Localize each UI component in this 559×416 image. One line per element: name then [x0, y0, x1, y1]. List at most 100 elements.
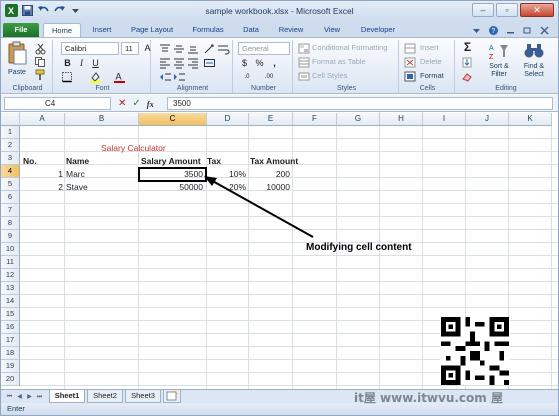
- svg-text:A: A: [489, 45, 494, 52]
- italic-button[interactable]: I: [75, 57, 88, 69]
- tab-review[interactable]: Review: [271, 23, 311, 37]
- name-box[interactable]: C4: [4, 97, 111, 110]
- tab-page-layout[interactable]: Page Layout: [123, 23, 181, 37]
- wrap-text-icon[interactable]: [217, 43, 230, 56]
- font-size-select[interactable]: 11: [121, 42, 139, 55]
- align-center-icon[interactable]: [173, 57, 186, 70]
- tab-view[interactable]: View: [315, 23, 349, 37]
- editing-group-label: Editing: [495, 85, 517, 92]
- worksheet-grid[interactable]: ABCDEFGHIJK 1 2 3 4 5 6 7 8 9 10 11 12 13 14 15 16 17 18 1…: [1, 113, 558, 389]
- paste-button[interactable]: Paste: [5, 41, 29, 79]
- filter-label: Filter: [491, 71, 507, 78]
- first-sheet-icon[interactable]: ⏮: [5, 392, 14, 402]
- autosum-button[interactable]: Σ: [461, 41, 474, 53]
- insert-cells-button[interactable]: Insert: [420, 42, 439, 54]
- status-mode: Enter: [7, 404, 25, 413]
- format-as-table-button[interactable]: Format as Table: [312, 56, 366, 68]
- annotation-label: Modifying cell content: [306, 242, 412, 253]
- orientation-icon[interactable]: [203, 43, 216, 56]
- find-label: Find &: [523, 63, 545, 70]
- close-button[interactable]: ✕: [520, 3, 554, 17]
- cells-group-label: Cells: [419, 85, 436, 92]
- delete-cells-button[interactable]: Delete: [420, 56, 442, 68]
- qr-code-image: [440, 317, 510, 385]
- tab-home[interactable]: Home: [43, 23, 81, 37]
- clear-icon[interactable]: [461, 71, 474, 84]
- sort-filter-button[interactable]: AZ Sort & Filter: [483, 41, 515, 85]
- percent-button[interactable]: %: [253, 57, 266, 69]
- formula-input[interactable]: 3500: [167, 97, 553, 110]
- format-as-table-icon[interactable]: [298, 57, 311, 70]
- editing-group: Σ AZ Sort & Filter Find & Select Editing: [457, 40, 555, 93]
- watermark: it屋 www.itwvu.com 屋: [354, 391, 503, 405]
- borders-icon[interactable]: [61, 71, 74, 84]
- decrease-indent-icon[interactable]: [159, 71, 172, 84]
- formula-bar: C4 ✕ ✓ fx 3500: [1, 95, 558, 112]
- decrease-decimal-button[interactable]: .00: [259, 71, 279, 83]
- ribbon-tabs: File Home Insert Page Layout Formulas Da…: [1, 22, 558, 37]
- merge-center-icon[interactable]: [203, 57, 216, 70]
- cancel-entry-icon[interactable]: ✕: [118, 98, 126, 109]
- sheet-tab-sheet2[interactable]: Sheet2: [87, 390, 123, 403]
- find-select-button[interactable]: Find & Select: [517, 41, 551, 85]
- bold-button[interactable]: B: [61, 57, 74, 69]
- excel-window: X sample workbook.xlsx - Microsoft Excel…: [0, 0, 559, 416]
- insert-function-icon[interactable]: fx: [147, 99, 154, 109]
- font-name-select[interactable]: Calibri: [61, 42, 119, 55]
- number-group-label: Number: [251, 85, 276, 92]
- align-middle-icon[interactable]: [173, 43, 186, 56]
- alignment-group-label: Alignment: [176, 85, 209, 92]
- sheet-tab-sheet3[interactable]: Sheet3: [125, 390, 161, 403]
- number-format-select[interactable]: General: [238, 42, 290, 55]
- tab-insert[interactable]: Insert: [85, 23, 119, 37]
- font-color-icon[interactable]: A: [113, 71, 126, 84]
- clipboard-group-label: Clipboard: [12, 85, 43, 92]
- last-sheet-icon[interactable]: ⏭: [35, 392, 44, 402]
- align-bottom-icon[interactable]: [187, 43, 200, 56]
- format-cells-icon[interactable]: [404, 71, 417, 84]
- svg-text:Z: Z: [489, 54, 494, 61]
- maximize-button[interactable]: ▫: [496, 3, 518, 17]
- paste-label: Paste: [8, 69, 26, 76]
- font-group: Calibri 11 A B I U A Font: [55, 40, 151, 93]
- font-group-label: Font: [95, 85, 110, 92]
- insert-sheet-icon[interactable]: [163, 390, 181, 403]
- window-controls: – ▫ ✕: [472, 3, 554, 17]
- tab-file[interactable]: File: [3, 23, 39, 37]
- fill-color-icon[interactable]: [89, 71, 102, 84]
- formula-buttons: ✕ ✓ fx: [118, 97, 166, 110]
- fill-icon[interactable]: [461, 57, 474, 70]
- qr-code-icon: [441, 317, 509, 385]
- comma-button[interactable]: ,: [268, 57, 281, 69]
- cell-styles-button[interactable]: Cell Styles: [312, 70, 347, 82]
- minimize-button[interactable]: –: [472, 3, 494, 17]
- format-painter-icon[interactable]: [34, 69, 47, 82]
- insert-cells-icon[interactable]: [404, 43, 417, 56]
- align-top-icon[interactable]: [159, 43, 172, 56]
- title-bar: X sample workbook.xlsx - Microsoft Excel…: [1, 1, 558, 22]
- increase-indent-icon[interactable]: [173, 71, 186, 84]
- conditional-formatting-button[interactable]: Conditional Formatting: [312, 42, 387, 54]
- underline-button[interactable]: U: [89, 57, 102, 69]
- cut-icon[interactable]: [34, 43, 47, 56]
- cell-styles-icon[interactable]: [298, 71, 311, 84]
- next-sheet-icon[interactable]: ▶: [25, 392, 34, 402]
- sort-filter-icon: AZ: [489, 45, 508, 61]
- sheet-tab-sheet1[interactable]: Sheet1: [49, 390, 85, 403]
- align-right-icon[interactable]: [187, 57, 200, 70]
- delete-cells-icon[interactable]: [404, 57, 417, 70]
- copy-icon[interactable]: [34, 56, 47, 69]
- svg-text:?: ?: [491, 28, 495, 35]
- format-cells-button[interactable]: Format: [420, 70, 444, 82]
- align-left-icon[interactable]: [159, 57, 172, 70]
- confirm-entry-icon[interactable]: ✓: [132, 98, 140, 109]
- tab-data[interactable]: Data: [235, 23, 267, 37]
- conditional-formatting-icon[interactable]: [298, 43, 311, 56]
- cells-group: Insert Delete Format Cells: [401, 40, 455, 93]
- prev-sheet-icon[interactable]: ◀: [15, 392, 24, 402]
- alignment-group: Alignment: [153, 40, 233, 93]
- tab-formulas[interactable]: Formulas: [185, 23, 231, 37]
- tab-developer[interactable]: Developer: [353, 23, 403, 37]
- currency-button[interactable]: $: [238, 57, 251, 69]
- increase-decimal-button[interactable]: .0: [238, 71, 256, 83]
